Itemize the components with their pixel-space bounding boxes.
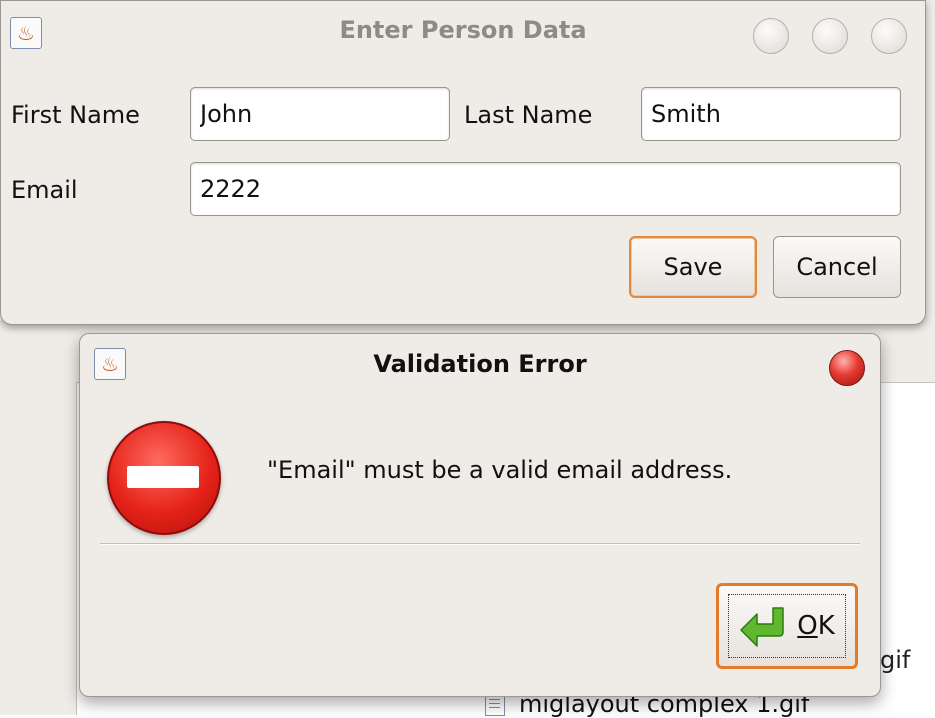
background-file-fragment: gif: [880, 646, 911, 674]
error-dialog-title: Validation Error: [373, 350, 587, 378]
ok-mnemonic: O: [797, 611, 818, 641]
ok-label: OK: [797, 611, 835, 641]
ok-button-focus-ring: OK: [728, 594, 846, 658]
save-button[interactable]: Save: [629, 236, 757, 298]
stop-sign-icon: [107, 421, 221, 535]
close-button[interactable]: [871, 18, 907, 54]
maximize-button[interactable]: [812, 18, 848, 54]
last-name-label: Last Name: [464, 101, 593, 129]
minimize-button[interactable]: [753, 18, 789, 54]
separator: [100, 543, 860, 545]
ok-button[interactable]: OK: [716, 583, 858, 669]
error-message: "Email" must be a valid email address.: [267, 456, 733, 484]
stop-sign-bar: [127, 466, 199, 488]
first-name-label: First Name: [11, 101, 140, 129]
ok-label-rest: K: [817, 611, 835, 641]
validation-error-dialog: ♨ Validation Error "Email" must be a val…: [79, 333, 881, 697]
email-label: Email: [11, 176, 78, 204]
close-button[interactable]: [829, 350, 865, 386]
background-sidebar: [0, 320, 77, 715]
person-dialog: ♨ Enter Person Data First Name Last Name…: [0, 0, 926, 325]
email-field[interactable]: [190, 162, 901, 216]
first-name-field[interactable]: [190, 87, 450, 141]
person-dialog-titlebar[interactable]: ♨ Enter Person Data: [1, 1, 925, 63]
enter-arrow-icon: [740, 607, 784, 647]
last-name-field[interactable]: [641, 87, 901, 141]
cancel-button[interactable]: Cancel: [773, 236, 901, 298]
